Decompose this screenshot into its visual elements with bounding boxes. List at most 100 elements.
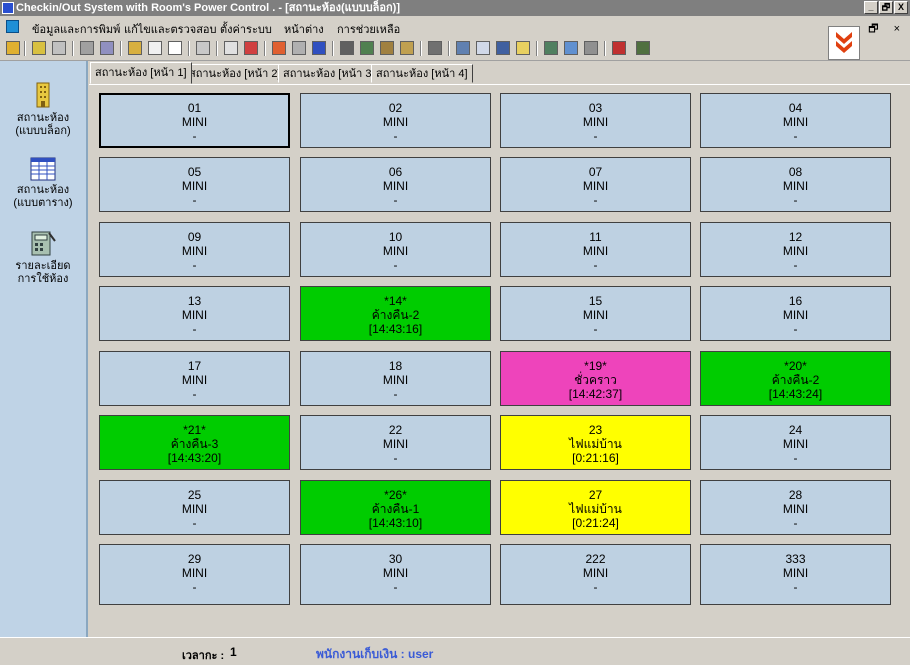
- room-tile[interactable]: 22 MINI -: [300, 415, 491, 470]
- restore-button[interactable]: 🗗: [879, 1, 893, 14]
- menu-data-print[interactable]: ข้อมูลและการพิมพ์: [32, 20, 120, 38]
- report-icon[interactable]: [224, 41, 238, 55]
- room-tile[interactable]: 05 MINI -: [99, 157, 290, 212]
- sidebar-item-sublabel: (แบบบล็อก): [15, 125, 71, 137]
- mdi-child-icon[interactable]: [6, 20, 19, 33]
- document-icon[interactable]: [168, 41, 182, 55]
- collapse-toggle-button[interactable]: [828, 26, 860, 60]
- room-time: -: [593, 193, 598, 207]
- room-tile[interactable]: 07 MINI -: [500, 157, 691, 212]
- room-type: ไฟแม่บ้าน: [569, 502, 622, 516]
- room-tile[interactable]: 17 MINI -: [99, 351, 290, 406]
- room-tile[interactable]: 08 MINI -: [700, 157, 891, 212]
- room-time: -: [192, 580, 197, 594]
- room-tile[interactable]: 27 ไฟแม่บ้าน [0:21:24]: [500, 480, 691, 535]
- pen-icon[interactable]: [428, 41, 442, 55]
- tile-horizontal-icon[interactable]: [496, 41, 510, 55]
- room-tile[interactable]: 28 MINI -: [700, 480, 891, 535]
- room-tile[interactable]: 23 ไฟแม่บ้าน [0:21:16]: [500, 415, 691, 470]
- minimize-button[interactable]: _: [864, 1, 878, 14]
- cascade-icon[interactable]: [456, 41, 470, 55]
- room-tile[interactable]: 09 MINI -: [99, 222, 290, 277]
- room-tile[interactable]: 30 MINI -: [300, 544, 491, 605]
- room-tile[interactable]: 15 MINI -: [500, 286, 691, 341]
- room-tile[interactable]: 222 MINI -: [500, 544, 691, 605]
- room-time: -: [393, 129, 398, 143]
- sidebar-item-room-status-table[interactable]: สถานะห้อง (แบบตาราง): [0, 157, 86, 210]
- room-number: *21*: [183, 423, 206, 437]
- menu-help[interactable]: การช่วยเหลือ: [337, 20, 400, 38]
- tab-page-2[interactable]: สถานะห้อง [หน้า 2]: [184, 64, 286, 83]
- room-tile[interactable]: 12 MINI -: [700, 222, 891, 277]
- room-tile[interactable]: *21* ค้างคืน-3 [14:43:20]: [99, 415, 290, 470]
- restaurant-icon[interactable]: [292, 41, 306, 55]
- menu-settings[interactable]: ตั้งค่าระบบ: [220, 20, 272, 38]
- staff-icon[interactable]: [360, 41, 374, 55]
- room-tile[interactable]: 10 MINI -: [300, 222, 491, 277]
- room-tile[interactable]: 04 MINI -: [700, 93, 891, 148]
- room-tile[interactable]: 02 MINI -: [300, 93, 491, 148]
- room-time: [14:42:37]: [568, 387, 623, 401]
- tile-vertical-icon[interactable]: [476, 41, 490, 55]
- money-icon[interactable]: [312, 41, 326, 55]
- tab-page-4[interactable]: สถานะห้อง [หน้า 4]: [371, 64, 473, 83]
- globe-icon[interactable]: [564, 41, 578, 55]
- room-time: -: [393, 451, 398, 465]
- cashier-label: พนักงานเก็บเงิน : user: [316, 647, 434, 661]
- room-number: 25: [187, 488, 202, 502]
- room-number: 27: [588, 488, 603, 502]
- sidebar-item-room-usage-details[interactable]: รายละเอียด การใช้ห้อง: [0, 229, 86, 286]
- table-grid-icon: [30, 157, 56, 181]
- room-tile[interactable]: 24 MINI -: [700, 415, 891, 470]
- chart-icon[interactable]: [544, 41, 558, 55]
- close-button[interactable]: X: [894, 1, 908, 14]
- room-type: MINI: [782, 244, 809, 258]
- room-tile[interactable]: 18 MINI -: [300, 351, 491, 406]
- room-tile[interactable]: 03 MINI -: [500, 93, 691, 148]
- room-tile[interactable]: 16 MINI -: [700, 286, 891, 341]
- room-tile[interactable]: 01 MINI -: [99, 93, 290, 148]
- room-tile[interactable]: *20* ค้างคืน-2 [14:43:24]: [700, 351, 891, 406]
- tab-page-1[interactable]: สถานะห้อง [หน้า 1]: [90, 62, 192, 84]
- building-small-icon[interactable]: [128, 41, 142, 55]
- room-number: 15: [588, 294, 603, 308]
- report-red-icon[interactable]: [244, 41, 258, 55]
- exit-icon[interactable]: [636, 41, 650, 55]
- window-controls: _ 🗗 X: [864, 1, 908, 14]
- menu-edit-check[interactable]: แก้ไขและตรวจสอบ: [124, 20, 217, 38]
- room-type: ไฟแม่บ้าน: [569, 437, 622, 451]
- room-type: MINI: [181, 373, 208, 387]
- room-tile[interactable]: 11 MINI -: [500, 222, 691, 277]
- sidebar-item-room-status-block[interactable]: สถานะห้อง (แบบบล็อก): [0, 81, 86, 138]
- calendar-icon[interactable]: [272, 41, 286, 55]
- room-number: 18: [388, 359, 403, 373]
- room-tile[interactable]: 333 MINI -: [700, 544, 891, 605]
- room-icon[interactable]: [32, 41, 46, 55]
- window-title: Checkin/Out System with Room's Power Con…: [16, 2, 400, 14]
- room-tile[interactable]: 29 MINI -: [99, 544, 290, 605]
- window-icon[interactable]: [148, 41, 162, 55]
- tools-icon[interactable]: [340, 41, 354, 55]
- room-tile[interactable]: *19* ชั่วคราว [14:42:37]: [500, 351, 691, 406]
- menu-window[interactable]: หน้าต่าง: [284, 20, 324, 38]
- help-icon[interactable]: [612, 41, 626, 55]
- doors-icon[interactable]: [52, 41, 66, 55]
- tab-page-3[interactable]: สถานะห้อง [หน้า 3]: [278, 64, 380, 83]
- room-number: 24: [788, 423, 803, 437]
- room-tile[interactable]: *14* ค้างคืน-2 [14:43:16]: [300, 286, 491, 341]
- room-tile[interactable]: 06 MINI -: [300, 157, 491, 212]
- print-icon[interactable]: [80, 41, 94, 55]
- room-tile[interactable]: 13 MINI -: [99, 286, 290, 341]
- users-icon[interactable]: [6, 41, 20, 55]
- room-time: -: [192, 387, 197, 401]
- room-type: MINI: [582, 566, 609, 580]
- print-setup-icon[interactable]: [100, 41, 114, 55]
- settings-icon[interactable]: [400, 41, 414, 55]
- search-icon[interactable]: [196, 41, 210, 55]
- key-icon[interactable]: [380, 41, 394, 55]
- folder-icon[interactable]: [516, 41, 530, 55]
- room-tile[interactable]: *26* ค้างคืน-1 [14:43:10]: [300, 480, 491, 535]
- room-tile[interactable]: 25 MINI -: [99, 480, 290, 535]
- refresh-icon[interactable]: [584, 41, 598, 55]
- menu-bar: ข้อมูลและการพิมพ์ แก้ไขและตรวจสอบ ตั้งค่…: [0, 16, 910, 38]
